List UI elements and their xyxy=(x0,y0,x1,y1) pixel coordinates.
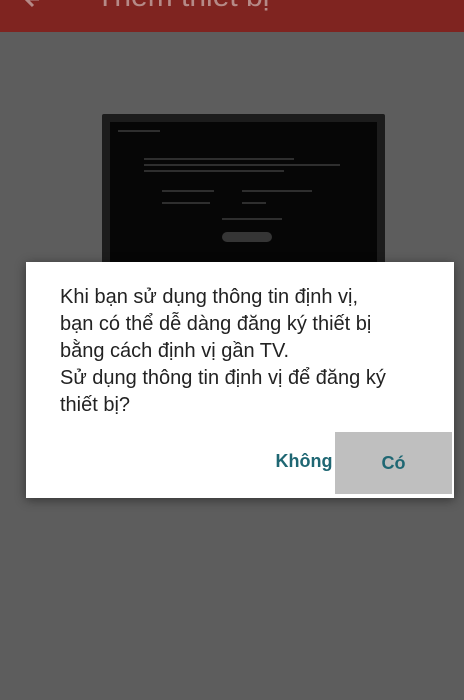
yes-button[interactable]: Có xyxy=(335,432,452,494)
app-bar: Thêm thiết bị xyxy=(0,0,464,32)
arrow-back-icon[interactable] xyxy=(22,0,42,12)
message-line: thiết bị? xyxy=(60,394,131,416)
message-line: Khi bạn sử dụng thông tin định vị, xyxy=(60,286,359,308)
message-line: Sử dụng thông tin định vị để đăng ký xyxy=(60,367,386,389)
message-line: bằng cách định vị gần TV. xyxy=(60,340,290,362)
location-permission-dialog: Khi bạn sử dụng thông tin định vị, bạn c… xyxy=(26,262,454,498)
no-button[interactable]: Không xyxy=(270,432,338,490)
dialog-message: Khi bạn sử dụng thông tin định vị, bạn c… xyxy=(60,284,440,419)
page-title: Thêm thiết bị xyxy=(96,0,269,14)
message-line: bạn có thể dễ dàng đăng ký thiết bị xyxy=(60,313,372,335)
